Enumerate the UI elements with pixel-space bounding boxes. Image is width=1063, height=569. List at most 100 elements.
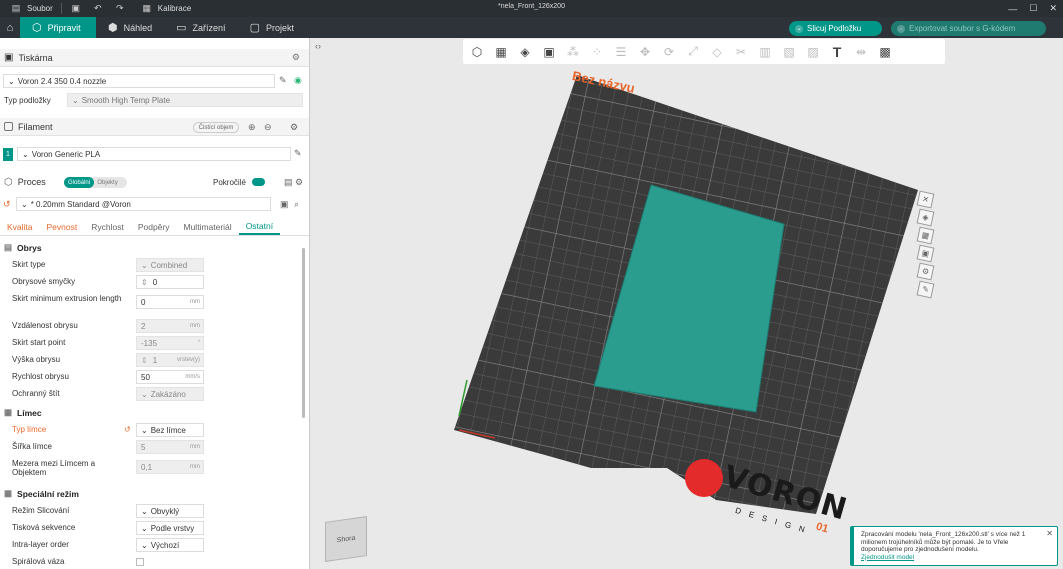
add-plate-icon[interactable]: ▦: [490, 42, 512, 62]
file-menu[interactable]: ▤ Soubor: [0, 0, 58, 17]
filament-slot-badge[interactable]: 1: [3, 148, 13, 161]
process-profile-select[interactable]: ⌄ * 0.20mm Standard @Voron: [16, 197, 271, 211]
slicing-mode-select[interactable]: ⌄ Obvyklý: [136, 504, 204, 518]
close-plate-icon[interactable]: ✕: [916, 190, 935, 209]
remove-filament-icon[interactable]: ⊖: [264, 122, 272, 133]
global-objects-toggle[interactable]: Globální Objekty: [64, 177, 127, 188]
move-icon[interactable]: ✥: [634, 42, 656, 62]
flush-volume-button[interactable]: Čistící objem: [193, 122, 239, 133]
option-label: Rychlost obrysu: [12, 372, 69, 381]
export-gcode-button[interactable]: ⌄ Exportovat soubor s G-kódem: [891, 21, 1046, 36]
cut-icon[interactable]: ✂: [730, 42, 752, 62]
filament-select[interactable]: ⌄ Voron Generic PLA: [17, 147, 291, 161]
split-objects-icon[interactable]: ⁂: [562, 42, 584, 62]
skirt-min-extrusion-input[interactable]: 0 mm: [136, 295, 204, 309]
text-tool-icon[interactable]: T: [826, 42, 848, 62]
skirt-distance-input[interactable]: 2 mm: [136, 319, 204, 333]
redo-icon[interactable]: ↷: [115, 3, 125, 14]
skirt-group-header: ▤ Obrys: [0, 240, 300, 255]
close-icon[interactable]: ✕: [1046, 530, 1053, 538]
close-window-icon[interactable]: ✕: [1049, 3, 1057, 14]
brim-gap-input[interactable]: 0,1 mm: [136, 460, 204, 474]
wifi-icon[interactable]: ◉: [294, 75, 302, 86]
process-settings-icon[interactable]: ⚙: [295, 177, 303, 188]
arrange-icon[interactable]: ▣: [538, 42, 560, 62]
toggle-global[interactable]: Globální: [64, 177, 95, 188]
add-object-icon[interactable]: ⬡: [466, 42, 488, 62]
assembly-icon[interactable]: ▩: [874, 42, 896, 62]
3d-viewport[interactable]: ‹› VORON D E S I G N 01: [311, 38, 1063, 569]
filament-settings-icon[interactable]: ⚙: [290, 122, 298, 133]
save-profile-icon[interactable]: ▣: [280, 199, 289, 210]
intra-layer-order-select[interactable]: ⌄ Výchozí: [136, 538, 204, 552]
tab-device[interactable]: ▭ Zařízení: [164, 17, 237, 38]
chevron-down-icon[interactable]: ⌄: [897, 24, 905, 33]
search-icon[interactable]: ⌕: [294, 199, 299, 210]
split-parts-icon[interactable]: ⁘: [586, 42, 608, 62]
add-filament-icon[interactable]: ⊕: [248, 122, 256, 133]
scale-icon[interactable]: ⤢: [682, 42, 704, 62]
settings-scrollbar[interactable]: [302, 248, 305, 418]
stepper-icon[interactable]: ⇕: [141, 278, 148, 287]
color-paint-icon[interactable]: ▨: [802, 42, 824, 62]
support-paint-icon[interactable]: ▥: [754, 42, 776, 62]
plate-type-select[interactable]: ⌄ Smooth High Temp Plate: [67, 93, 303, 107]
tab-strength[interactable]: Pevnost: [40, 219, 85, 235]
brim-icon: ▦: [4, 407, 13, 417]
skirt-speed-input[interactable]: 50 mm/s: [136, 370, 204, 384]
tab-others[interactable]: Ostatní: [238, 219, 281, 235]
slice-plate-button[interactable]: ⌄ Slicuj Podložku: [789, 21, 882, 36]
tab-project[interactable]: ▢ Projekt: [238, 17, 306, 38]
seam-paint-icon[interactable]: ▧: [778, 42, 800, 62]
plate-settings-icon[interactable]: ⚙: [916, 262, 935, 281]
compare-icon[interactable]: ▤: [284, 177, 293, 188]
voron-logo-icon: [685, 459, 723, 497]
draft-shield-select[interactable]: ⌄ Zakázáno: [136, 387, 204, 401]
rotate-icon[interactable]: ⟳: [658, 42, 680, 62]
option-label: Skirt start point: [12, 338, 66, 347]
edit-plate-icon[interactable]: ✎: [916, 280, 935, 299]
option-label: Ochranný štít: [12, 389, 60, 398]
minimize-icon[interactable]: —: [1008, 4, 1017, 14]
chevron-down-icon[interactable]: ⌄: [795, 24, 803, 33]
layers-icon[interactable]: ☰: [610, 42, 632, 62]
simplify-model-link[interactable]: Zjednodušit model: [861, 554, 914, 561]
skirt-height-stepper[interactable]: ⇕ 1 vrstev(y): [136, 353, 204, 367]
arrange-plate-icon[interactable]: ▦: [916, 226, 935, 245]
calibration-menu[interactable]: ▦ Kalibrace: [131, 0, 196, 17]
printer-settings-icon[interactable]: ⚙: [292, 52, 300, 63]
maximize-icon[interactable]: ☐: [1029, 3, 1037, 14]
measure-icon[interactable]: ⇹: [850, 42, 872, 62]
tab-supports[interactable]: Podpěry: [131, 219, 177, 235]
toggle-objects[interactable]: Objekty: [94, 177, 120, 188]
tab-multimaterial[interactable]: Multimateriál: [177, 219, 239, 235]
option-unit: vrstev(y): [177, 357, 200, 363]
edit-icon[interactable]: ✎: [294, 148, 302, 159]
chevron-down-icon: ⌄: [72, 95, 79, 105]
brim-width-input[interactable]: 5 mm: [136, 440, 204, 454]
tab-quality[interactable]: Kvalita: [0, 219, 40, 235]
view-cube[interactable]: Shora: [325, 516, 367, 562]
edit-icon[interactable]: ✎: [279, 75, 287, 86]
skirt-start-point-input[interactable]: -135 °: [136, 336, 204, 350]
skirt-type-select[interactable]: ⌄ Combined: [136, 258, 204, 272]
home-button[interactable]: ⌂: [0, 17, 20, 38]
spiral-vase-checkbox[interactable]: [136, 558, 144, 566]
lock-plate-icon[interactable]: ▣: [916, 244, 935, 263]
reset-icon[interactable]: ↺: [124, 425, 131, 434]
stepper-icon[interactable]: ⇕: [141, 356, 148, 365]
lay-on-face-icon[interactable]: ◇: [706, 42, 728, 62]
tab-preview[interactable]: ⬢ Náhled: [96, 17, 164, 38]
orient-icon[interactable]: ◈: [514, 42, 536, 62]
brim-type-select[interactable]: ⌄ Bez límce: [136, 423, 204, 437]
tab-speed[interactable]: Rychlost: [84, 219, 131, 235]
printer-select[interactable]: ⌄ Voron 2.4 350 0.4 nozzle: [3, 74, 275, 88]
undo-icon[interactable]: ↶: [93, 3, 103, 14]
tab-prepare[interactable]: ⬡ Připravit: [20, 17, 96, 38]
skirt-loops-stepper[interactable]: ⇕ 0: [136, 275, 204, 289]
reset-icon[interactable]: ↺: [3, 199, 11, 210]
save-icon[interactable]: ▣: [71, 3, 81, 14]
advanced-switch[interactable]: [252, 178, 265, 186]
print-sequence-select[interactable]: ⌄ Podle vrstvy: [136, 521, 204, 535]
orient-plate-icon[interactable]: ◈: [916, 208, 935, 227]
